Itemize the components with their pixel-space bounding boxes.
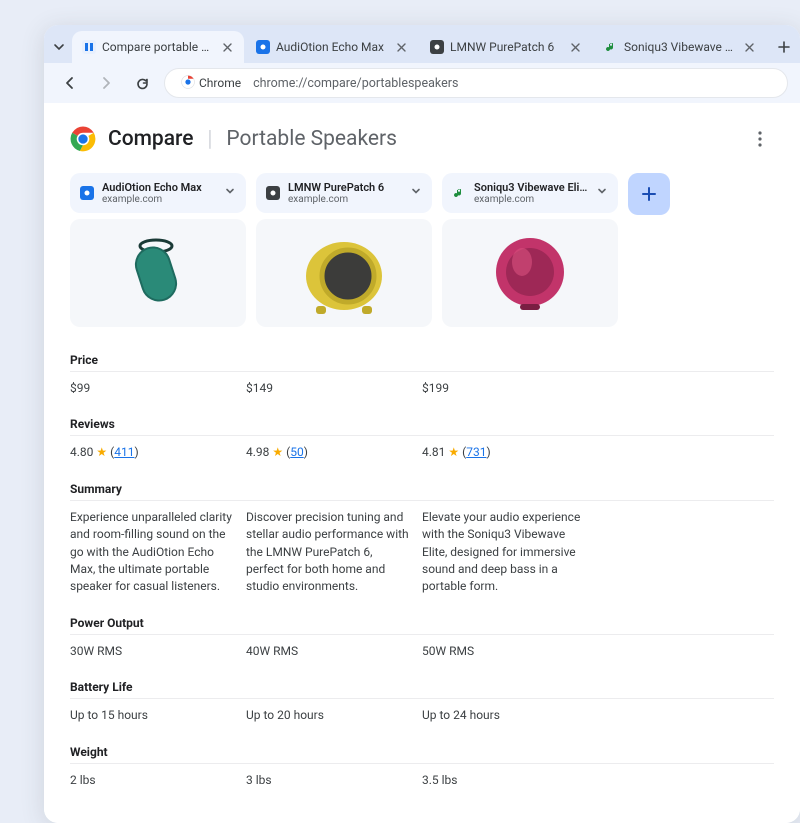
row-values-battery: Up to 15 hours Up to 20 hours Up to 24 h… <box>70 699 774 736</box>
row-values-price: $99 $149 $199 <box>70 372 774 409</box>
row-values-summary: Experience unparalleled clarity and room… <box>70 501 774 608</box>
product-image <box>442 219 618 327</box>
cell: Experience unparalleled clarity and room… <box>70 509 246 596</box>
music-note-icon <box>604 40 618 54</box>
tab-strip: Compare portable speakers AudiOtion Echo… <box>44 25 800 63</box>
star-icon: ★ <box>96 445 107 459</box>
browser-window: Compare portable speakers AudiOtion Echo… <box>44 25 800 823</box>
add-product-button[interactable] <box>628 173 670 215</box>
cell: 2 lbs <box>70 772 246 789</box>
star-icon: ★ <box>272 445 283 459</box>
star-icon: ★ <box>448 445 459 459</box>
address-bar[interactable]: Chrome chrome://compare/portablespeakers <box>164 68 788 98</box>
close-icon[interactable] <box>568 40 582 54</box>
review-score: 4.81 <box>422 445 445 459</box>
title-divider: | <box>208 127 213 152</box>
tab-label: LMNW PurePatch 6 <box>450 40 562 54</box>
cell: Up to 15 hours <box>70 707 246 724</box>
cell: Up to 20 hours <box>246 707 422 724</box>
new-tab-button[interactable] <box>772 35 796 59</box>
product-selector[interactable]: AudiOtion Echo Max example.com <box>70 173 246 213</box>
tab-soniqu3[interactable]: Soniqu3 Vibewave Elite <box>594 31 766 63</box>
review-score: 4.80 <box>70 445 93 459</box>
cell: $199 <box>422 380 598 397</box>
cell: 4.81 ★ (731) <box>422 444 598 461</box>
music-note-icon <box>452 186 466 200</box>
row-label-weight: Weight <box>70 737 774 764</box>
forward-button[interactable] <box>92 69 120 97</box>
close-icon[interactable] <box>220 40 234 54</box>
page-header: Compare | Portable Speakers <box>70 125 774 153</box>
product-cards-row: AudiOtion Echo Max example.com LMNW Pure… <box>70 173 774 327</box>
row-label-reviews: Reviews <box>70 409 774 436</box>
product-column: Soniqu3 Vibewave Elite example.com <box>442 173 618 327</box>
row-label-power: Power Output <box>70 608 774 635</box>
page-title: Compare <box>108 127 194 151</box>
review-count-link[interactable]: 50 <box>290 445 304 459</box>
cell: $99 <box>70 380 246 397</box>
row-label-summary: Summary <box>70 474 774 501</box>
chevron-down-icon <box>410 185 422 201</box>
cell: Discover precision tuning and stellar au… <box>246 509 422 596</box>
review-score: 4.98 <box>246 445 269 459</box>
cell: 3 lbs <box>246 772 422 789</box>
tab-lmnw[interactable]: LMNW PurePatch 6 <box>420 31 592 63</box>
cell: Up to 24 hours <box>422 707 598 724</box>
chrome-logo-icon <box>70 126 96 152</box>
cell: 50W RMS <box>422 643 598 660</box>
tab-label: Soniqu3 Vibewave Elite <box>624 40 736 54</box>
row-label-price: Price <box>70 345 774 372</box>
chip-label: Chrome <box>199 76 241 90</box>
row-label-battery: Battery Life <box>70 672 774 699</box>
row-values-power: 30W RMS 40W RMS 50W RMS <box>70 635 774 672</box>
product-name: Soniqu3 Vibewave Elite <box>474 181 588 194</box>
row-values-reviews: 4.80 ★ (411) 4.98 ★ (50) 4.81 ★ (731) <box>70 436 774 473</box>
cell: 40W RMS <box>246 643 422 660</box>
review-count-link[interactable]: 411 <box>114 445 134 459</box>
cell: Elevate your audio experience with the S… <box>422 509 598 596</box>
product-selector[interactable]: Soniqu3 Vibewave Elite example.com <box>442 173 618 213</box>
row-values-weight: 2 lbs 3 lbs 3.5 lbs <box>70 764 774 801</box>
cell: $149 <box>246 380 422 397</box>
site-chip: Chrome <box>177 73 245 94</box>
product-selector[interactable]: LMNW PurePatch 6 example.com <box>256 173 432 213</box>
back-button[interactable] <box>56 69 84 97</box>
product-column: LMNW PurePatch 6 example.com <box>256 173 432 327</box>
product-domain: example.com <box>474 194 588 205</box>
page-subtitle: Portable Speakers <box>226 127 397 151</box>
tab-audiotion[interactable]: AudiOtion Echo Max <box>246 31 418 63</box>
speaker-dark-icon <box>430 40 444 54</box>
product-column: AudiOtion Echo Max example.com <box>70 173 246 327</box>
product-image <box>70 219 246 327</box>
product-name: AudiOtion Echo Max <box>102 181 216 194</box>
compare-icon <box>82 40 96 54</box>
cell: 3.5 lbs <box>422 772 598 789</box>
product-image <box>256 219 432 327</box>
tab-search-dropdown[interactable] <box>48 36 70 58</box>
tab-label: Compare portable speakers <box>102 40 214 54</box>
tab-label: AudiOtion Echo Max <box>276 40 388 54</box>
speaker-dark-icon <box>266 186 280 200</box>
product-domain: example.com <box>288 194 402 205</box>
product-domain: example.com <box>102 194 216 205</box>
cell: 4.98 ★ (50) <box>246 444 422 461</box>
chevron-down-icon <box>224 185 236 201</box>
close-icon[interactable] <box>742 40 756 54</box>
speaker-blue-icon <box>80 186 94 200</box>
review-count-link[interactable]: 731 <box>466 445 486 459</box>
toolbar: Chrome chrome://compare/portablespeakers <box>44 63 800 103</box>
close-icon[interactable] <box>394 40 408 54</box>
more-menu-button[interactable] <box>746 125 774 153</box>
page-content: Compare | Portable Speakers AudiOtion Ec… <box>44 103 800 823</box>
cell: 4.80 ★ (411) <box>70 444 246 461</box>
speaker-blue-icon <box>256 40 270 54</box>
cell: 30W RMS <box>70 643 246 660</box>
tab-compare[interactable]: Compare portable speakers <box>72 31 244 63</box>
url-text: chrome://compare/portablespeakers <box>253 76 458 91</box>
reload-button[interactable] <box>128 69 156 97</box>
product-name: LMNW PurePatch 6 <box>288 181 402 194</box>
chrome-icon <box>181 75 195 92</box>
chevron-down-icon <box>596 185 608 201</box>
